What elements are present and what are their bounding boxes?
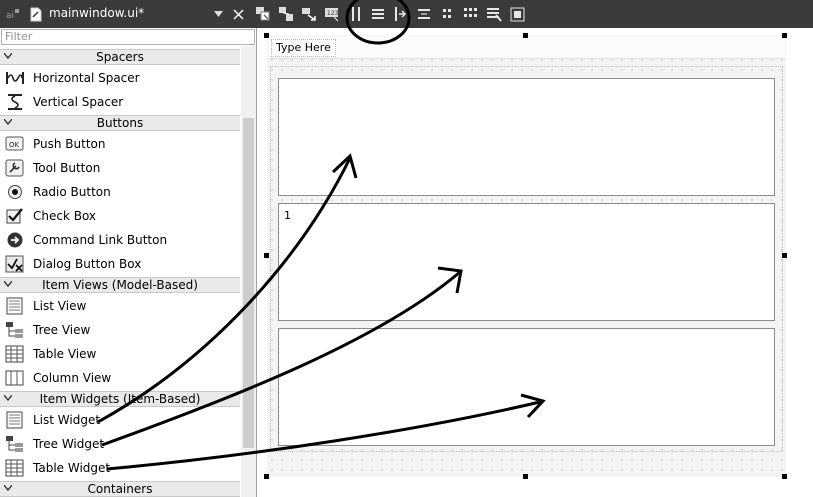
- annotation-arrow-tree: [101, 270, 461, 447]
- annotation-arrow-table: [106, 400, 541, 471]
- highlight-circle: [345, 0, 411, 45]
- annotation-arrow-list: [97, 157, 352, 424]
- annotation-overlay: [97, 0, 546, 471]
